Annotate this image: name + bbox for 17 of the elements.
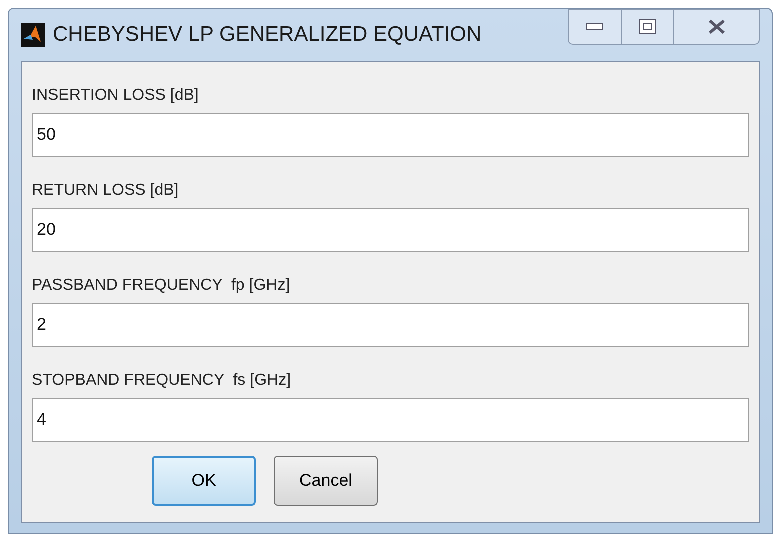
close-button[interactable] [674,9,760,45]
input-field[interactable]: 50 [32,113,749,157]
dialog-button[interactable]: Cancel [274,456,378,506]
app-logo-icon [21,23,45,47]
dialog-button[interactable]: OK [152,456,256,506]
minimize-button[interactable] [568,9,622,45]
maximize-icon [638,19,656,35]
input-field[interactable]: 20 [32,208,749,252]
field-label: STOPBAND FREQUENCY fs [GHz] [32,371,292,391]
input-field[interactable]: 4 [32,398,749,442]
maximize-button[interactable] [622,9,674,45]
input-field[interactable]: 2 [32,303,749,347]
field-label: INSERTION LOSS [dB] [32,86,200,106]
field-label: PASSBAND FREQUENCY fp [GHz] [32,276,292,296]
window-title: CHEBYSHEV LP GENERALIZED EQUATION [53,22,482,48]
minimize-icon [586,23,604,31]
field-label: RETURN LOSS [dB] [32,181,180,201]
